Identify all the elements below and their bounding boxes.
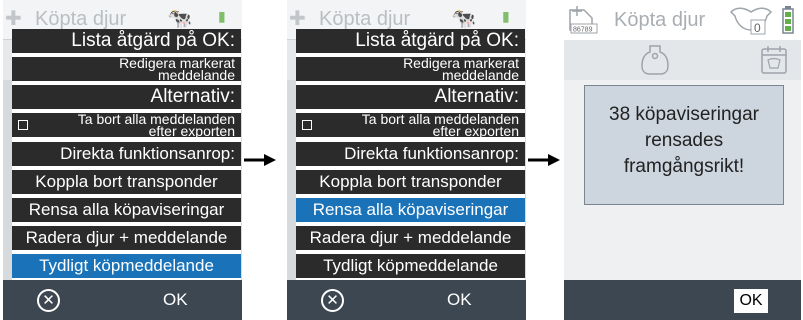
screen-result: 86789 Köpta djur 0 38 köpaviseringar ren…: [564, 0, 801, 320]
menu-item-clear-all-notices[interactable]: Rensa alla köpaviseringar: [12, 198, 241, 222]
battery-icon: ▮: [502, 8, 510, 24]
background-title: Köpta djur: [319, 8, 411, 30]
dialog-line: 38 köpaviseringar: [609, 104, 759, 125]
add-ear-tag-icon: 86789: [569, 6, 598, 34]
cow-icon: 🐄: [167, 8, 192, 30]
menu-item-delete-animal[interactable]: Radera djur + meddelande: [12, 226, 241, 250]
add-animal-icon: ✚: [289, 8, 306, 30]
battery-icon: [782, 6, 794, 34]
menu-item-edit-message[interactable]: Redigera markerat meddelande: [12, 57, 241, 81]
menu-header-alternatives: Alternativ:: [296, 85, 525, 109]
screen-menu-selected: ✚ Köpta djur 🐄 ▮ Lista åtgärd på OK: Red…: [287, 0, 526, 320]
bottom-bar: OK: [564, 280, 801, 320]
ear-tag-icon[interactable]: [640, 44, 670, 76]
checkbox[interactable]: [18, 120, 28, 130]
menu-item-remove-after-export[interactable]: Ta bort alla meddelanden efter exporten: [296, 113, 525, 137]
app-header: 86789 Köpta djur 0: [564, 0, 801, 40]
cow-count-icon: 0: [729, 7, 773, 35]
action-menu: Lista åtgärd på OK: Redigera markerat me…: [296, 29, 525, 280]
add-animal-icon: ✚: [5, 8, 22, 30]
dialog-line: framgångsrikt!: [623, 156, 745, 177]
ok-button[interactable]: OK: [163, 290, 188, 310]
ok-button[interactable]: OK: [447, 290, 472, 310]
menu-item-clear-all-notices[interactable]: Rensa alla köpaviseringar: [296, 198, 525, 222]
menu-item-clear-message[interactable]: Tydligt köpmeddelande: [12, 254, 241, 278]
menu-item-remove-after-export[interactable]: Ta bort alla meddelanden efter exporten: [12, 113, 241, 137]
arrow-right-icon: [244, 154, 276, 166]
battery-icon: ▮: [218, 8, 226, 24]
bottom-bar: ✕ OK: [287, 280, 526, 320]
menu-header-ok-action: Lista åtgärd på OK:: [296, 29, 525, 53]
calendar-icon[interactable]: [759, 44, 789, 76]
ok-button[interactable]: OK: [734, 289, 768, 313]
dialog-line: rensades: [644, 130, 724, 151]
menu-header-alternatives: Alternativ:: [12, 85, 241, 109]
checkbox[interactable]: [302, 120, 312, 130]
menu-header-ok-action: Lista åtgärd på OK:: [12, 29, 241, 53]
menu-item-delete-animal[interactable]: Radera djur + meddelande: [296, 226, 525, 250]
cow-count: 0: [754, 21, 761, 35]
menu-item-clear-message[interactable]: Tydligt köpmeddelande: [296, 254, 525, 278]
menu-header-direct-calls: Direkta funktionsanrop:: [296, 142, 525, 166]
action-menu: Lista åtgärd på OK: Redigera markerat me…: [12, 29, 241, 280]
menu-header-direct-calls: Direkta funktionsanrop:: [12, 142, 241, 166]
bottom-bar: ✕ OK: [3, 280, 242, 320]
menu-item-disconnect-transponder[interactable]: Koppla bort transponder: [12, 170, 241, 194]
menu-item-edit-message[interactable]: Redigera markerat meddelande: [296, 57, 525, 81]
arrow-right-icon: [528, 154, 560, 166]
menu-item-disconnect-transponder[interactable]: Koppla bort transponder: [296, 170, 525, 194]
cancel-icon[interactable]: ✕: [321, 289, 344, 312]
cow-icon: 🐄: [451, 8, 476, 30]
success-dialog: 38 köpaviseringar rensades framgångsrikt…: [584, 85, 784, 205]
tool-strip: [564, 40, 801, 80]
cancel-icon[interactable]: ✕: [37, 289, 60, 312]
background-title: Köpta djur: [35, 8, 127, 30]
page-title: Köpta djur: [614, 9, 706, 31]
screen-menu-initial: ✚ Köpta djur 🐄 ▮ Lista åtgärd på OK: Red…: [3, 0, 242, 320]
tag-number: 86789: [573, 27, 593, 34]
